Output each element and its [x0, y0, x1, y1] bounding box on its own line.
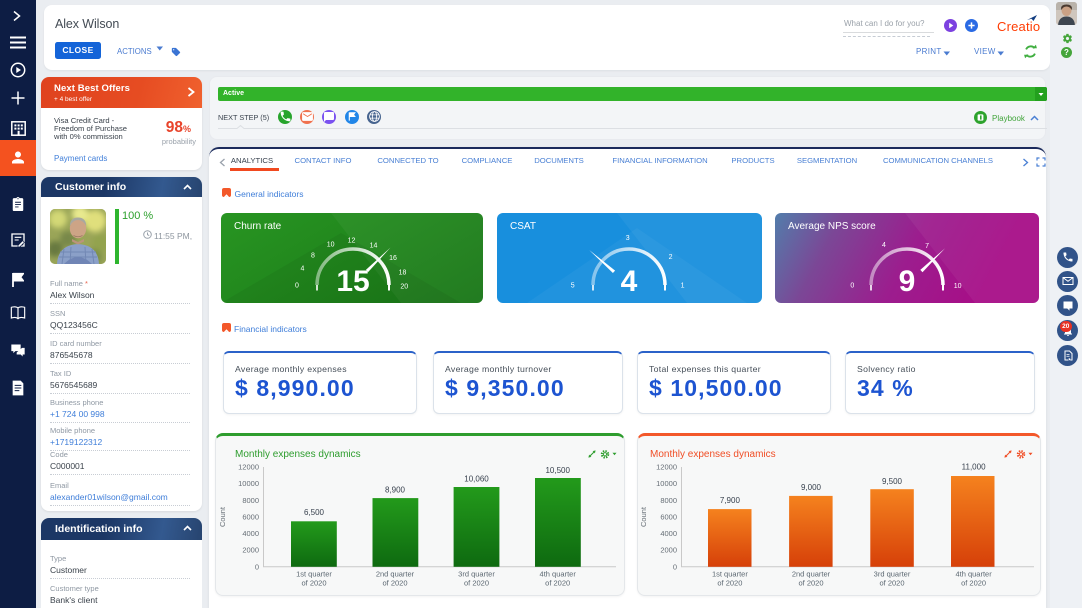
- svg-text:of 2020: of 2020: [961, 579, 986, 588]
- svg-text:4: 4: [301, 266, 305, 273]
- svg-text:6,500: 6,500: [304, 508, 325, 517]
- svg-text:14: 14: [370, 242, 378, 249]
- svg-text:18: 18: [399, 269, 407, 276]
- svg-text:of 2020: of 2020: [717, 579, 742, 588]
- svg-text:of 2020: of 2020: [879, 579, 904, 588]
- svg-text:4000: 4000: [242, 529, 259, 538]
- svg-text:2nd quarter: 2nd quarter: [792, 570, 831, 579]
- svg-text:10000: 10000: [238, 479, 259, 488]
- svg-text:0: 0: [850, 283, 854, 290]
- svg-text:16: 16: [389, 255, 397, 262]
- svg-text:10: 10: [954, 283, 962, 290]
- svg-text:Count: Count: [639, 506, 648, 527]
- svg-text:1: 1: [681, 283, 685, 290]
- svg-text:4th quarter: 4th quarter: [540, 570, 577, 579]
- svg-text:4000: 4000: [660, 529, 677, 538]
- svg-text:7: 7: [925, 243, 929, 250]
- svg-text:4: 4: [882, 242, 886, 249]
- svg-text:0: 0: [295, 283, 299, 290]
- svg-text:8: 8: [311, 253, 315, 260]
- svg-text:8000: 8000: [660, 496, 677, 505]
- svg-text:4th quarter: 4th quarter: [955, 570, 992, 579]
- svg-text:2000: 2000: [242, 546, 259, 555]
- svg-text:8000: 8000: [242, 496, 259, 505]
- svg-text:4: 4: [621, 265, 638, 298]
- svg-text:9,000: 9,000: [801, 483, 822, 492]
- svg-text:2nd quarter: 2nd quarter: [376, 570, 415, 579]
- svg-text:10: 10: [327, 242, 335, 249]
- svg-text:Monthly expenses dynamics: Monthly expenses dynamics: [650, 449, 776, 460]
- svg-text:Count: Count: [218, 506, 227, 527]
- svg-text:12000: 12000: [656, 463, 677, 472]
- svg-text:11,000: 11,000: [962, 463, 986, 472]
- svg-text:5: 5: [571, 283, 575, 290]
- svg-text:9: 9: [899, 265, 916, 298]
- svg-text:3rd quarter: 3rd quarter: [874, 570, 911, 579]
- svg-text:12: 12: [348, 238, 356, 245]
- svg-text:7,900: 7,900: [720, 496, 741, 505]
- svg-text:6000: 6000: [242, 512, 259, 521]
- svg-text:of 2020: of 2020: [545, 579, 570, 588]
- svg-text:of 2020: of 2020: [464, 579, 489, 588]
- svg-text:0: 0: [255, 562, 259, 571]
- svg-text:1st quarter: 1st quarter: [712, 570, 748, 579]
- svg-text:9,500: 9,500: [882, 477, 903, 486]
- svg-text:of 2020: of 2020: [382, 579, 407, 588]
- svg-text:10,060: 10,060: [464, 475, 489, 484]
- svg-text:Monthly expenses dynamics: Monthly expenses dynamics: [235, 449, 361, 460]
- svg-text:of 2020: of 2020: [301, 579, 326, 588]
- svg-text:20: 20: [400, 283, 408, 290]
- svg-text:2000: 2000: [660, 546, 677, 555]
- svg-text:3: 3: [626, 235, 630, 242]
- svg-text:1st quarter: 1st quarter: [296, 570, 332, 579]
- svg-text:0: 0: [673, 562, 677, 571]
- svg-text:15: 15: [336, 265, 369, 298]
- svg-text:3rd quarter: 3rd quarter: [458, 570, 495, 579]
- svg-text:12000: 12000: [238, 463, 259, 472]
- svg-text:of 2020: of 2020: [798, 579, 823, 588]
- svg-text:10000: 10000: [656, 479, 677, 488]
- svg-text:2: 2: [669, 254, 673, 261]
- svg-text:8,900: 8,900: [385, 486, 406, 495]
- svg-text:10,500: 10,500: [545, 466, 570, 475]
- svg-text:6000: 6000: [660, 512, 677, 521]
